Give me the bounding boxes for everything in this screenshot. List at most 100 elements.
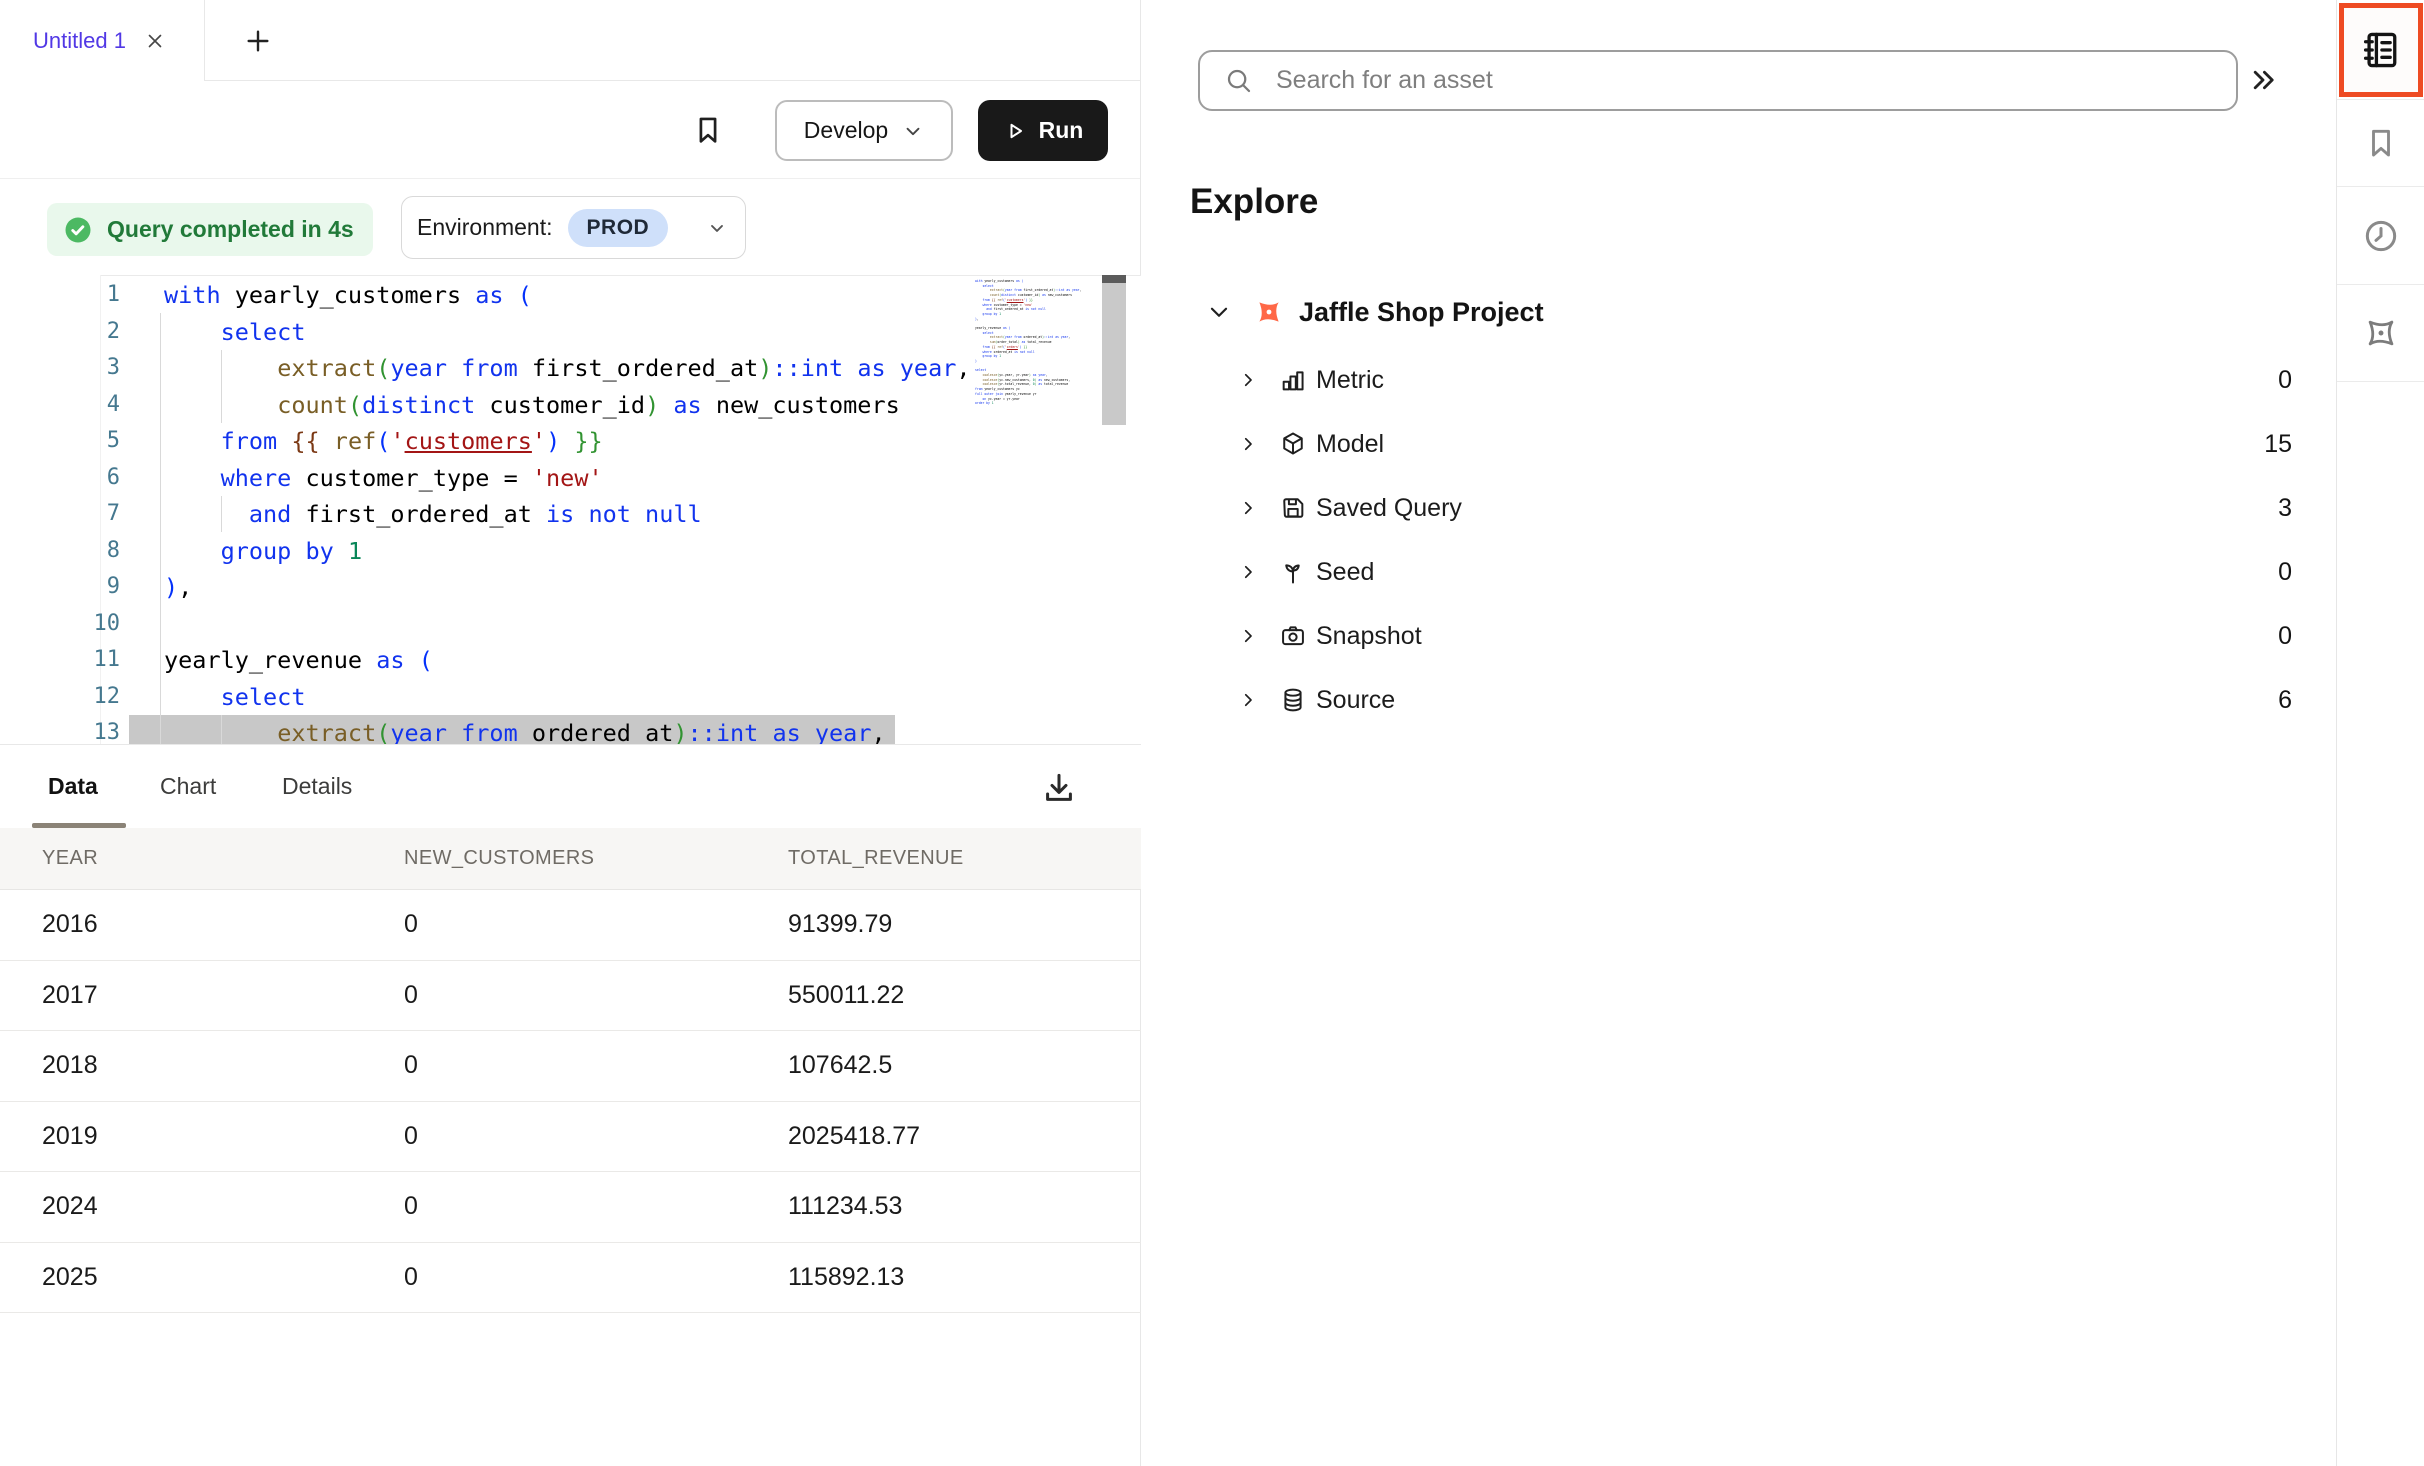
table-row[interactable]: 201902025418.77 (0, 1102, 1141, 1173)
chevron-right-icon[interactable] (1239, 435, 1257, 453)
sidebar-history-button[interactable] (2337, 187, 2424, 285)
tree-item-label: Seed (1316, 558, 1374, 587)
code-line[interactable]: extract(year from ordered_at)::int as ye… (141, 715, 970, 745)
table-row[interactable]: 20250115892.13 (0, 1243, 1141, 1314)
asset-search-input[interactable] (1276, 66, 2156, 95)
editor-border (100, 275, 1141, 276)
develop-label: Develop (804, 117, 888, 144)
editor-toolbar: Develop Run (0, 81, 1140, 179)
table-header-cell: NEW_CUSTOMERS (362, 847, 746, 870)
tree-item-snapshot[interactable]: Snapshot0 (1141, 604, 2336, 668)
table-cell: 107642.5 (746, 1051, 1141, 1080)
code-line[interactable]: where customer_type = 'new' (141, 460, 970, 497)
tab-untitled-1[interactable]: Untitled 1 (0, 0, 205, 81)
search-icon (1224, 66, 1254, 96)
tree-item-count: 0 (2278, 366, 2292, 395)
chevron-down-icon (707, 218, 727, 238)
run-button[interactable]: Run (978, 100, 1108, 161)
line-number: 6 (0, 460, 120, 497)
code-line[interactable]: with yearly_customers as ( (141, 277, 970, 314)
line-number: 11 (0, 642, 120, 679)
table-row[interactable]: 2016091399.79 (0, 890, 1141, 961)
code-line[interactable]: ), (141, 569, 970, 606)
editor-pane: Untitled 1 Develop Run (0, 0, 1141, 1466)
line-number: 9 (0, 569, 120, 606)
minimap[interactable]: with yearly_customers as ( select extrac… (975, 279, 1095, 419)
tree-item-label: Model (1316, 430, 1384, 459)
collapse-panel-button[interactable] (2241, 58, 2285, 102)
chevron-right-icon[interactable] (1239, 563, 1257, 581)
code-line[interactable]: select (141, 679, 970, 716)
sidebar-dbt-logo-button[interactable] (2337, 285, 2424, 382)
line-number: 3 (0, 350, 120, 387)
line-number: 8 (0, 533, 120, 570)
table-row[interactable]: 20240111234.53 (0, 1172, 1141, 1243)
project-row[interactable]: Jaffle Shop Project (1141, 280, 2336, 344)
table-header-cell: YEAR (0, 847, 362, 870)
tree-item-source[interactable]: Source6 (1141, 668, 2336, 732)
environment-selector[interactable]: Environment: PROD (401, 196, 746, 259)
line-number: 5 (0, 423, 120, 460)
tree-item-seed[interactable]: Seed 0 (1141, 540, 2336, 604)
code-line[interactable]: and first_ordered_at is not null (141, 496, 970, 533)
project-name: Jaffle Shop Project (1299, 297, 1544, 328)
results-tab-chart[interactable]: Chart (160, 745, 216, 828)
tree-item-model[interactable]: Model15 (1141, 412, 2336, 476)
chevron-right-icon[interactable] (1239, 371, 1257, 389)
table-cell: 0 (362, 1192, 746, 1221)
project-tree: Jaffle Shop Project Metric0Model15Saved … (1141, 280, 2336, 732)
line-number: 7 (0, 496, 120, 533)
bookmark-query-button[interactable] (690, 111, 726, 149)
results-tab-details[interactable]: Details (282, 745, 352, 828)
table-row[interactable]: 20180107642.5 (0, 1031, 1141, 1102)
table-cell: 2025418.77 (746, 1122, 1141, 1151)
editor-scrollbar[interactable] (1102, 275, 1126, 745)
sidebar-catalog-button[interactable] (2337, 0, 2424, 100)
results-tab-data[interactable]: Data (48, 745, 98, 828)
code-line[interactable]: group by 1 (141, 533, 970, 570)
chevron-right-icon[interactable] (1239, 499, 1257, 517)
download-icon (1040, 769, 1078, 807)
table-cell: 0 (362, 1263, 746, 1292)
line-number: 2 (0, 314, 120, 351)
develop-dropdown-button[interactable]: Develop (775, 100, 953, 161)
tree-item-label: Snapshot (1316, 622, 1422, 651)
code-content[interactable]: with yearly_customers as ( select extrac… (141, 277, 970, 745)
editor-tabbar: Untitled 1 (0, 0, 1140, 81)
tree-item-metric[interactable]: Metric0 (1141, 348, 2336, 412)
environment-label: Environment: (417, 214, 553, 241)
line-number: 12 (0, 679, 120, 716)
tab-close-icon[interactable] (144, 30, 166, 52)
bookmark-icon (2363, 124, 2399, 162)
history-icon (2361, 216, 2401, 256)
asset-search-box[interactable] (1198, 50, 2238, 111)
code-line[interactable]: yearly_revenue as ( (141, 642, 970, 679)
tree-item-count: 3 (2278, 494, 2292, 523)
scrollbar-thumb[interactable] (1102, 275, 1126, 425)
code-line[interactable]: from {{ ref('customers') }} (141, 423, 970, 460)
new-tab-button[interactable] (234, 0, 282, 81)
table-cell: 2025 (0, 1263, 362, 1292)
table-row[interactable]: 20170550011.22 (0, 961, 1141, 1032)
play-icon (1003, 119, 1027, 143)
line-number: 10 (0, 606, 120, 643)
chevron-right-icon[interactable] (1239, 627, 1257, 645)
tree-item-saved-query[interactable]: Saved Query3 (1141, 476, 2336, 540)
chevron-down-icon (1206, 299, 1232, 325)
code-line[interactable]: select (141, 314, 970, 351)
download-results-button[interactable] (1036, 765, 1082, 811)
code-line[interactable] (141, 606, 970, 643)
right-icon-bar (2336, 0, 2424, 1466)
dbt-studio-window: Untitled 1 Develop Run (0, 0, 2424, 1466)
status-row: Query completed in 4s Environment: PROD (0, 179, 1140, 275)
explore-panel: Explore Jaffle Shop Project Metric0Model… (1141, 0, 2336, 1466)
sql-code-editor[interactable]: 12345678910111213 with yearly_customers … (0, 275, 1141, 745)
results-table: YEARNEW_CUSTOMERSTOTAL_REVENUE 201609139… (0, 828, 1141, 1313)
code-line[interactable]: count(distinct customer_id) as new_custo… (141, 387, 970, 424)
code-line[interactable]: extract(year from first_ordered_at)::int… (141, 350, 970, 387)
dbt-logo-icon (1252, 295, 1286, 329)
chevron-right-icon[interactable] (1239, 691, 1257, 709)
sidebar-bookmark-button[interactable] (2337, 100, 2424, 187)
query-status-text: Query completed in 4s (107, 216, 354, 243)
tree-item-count: 0 (2278, 558, 2292, 587)
